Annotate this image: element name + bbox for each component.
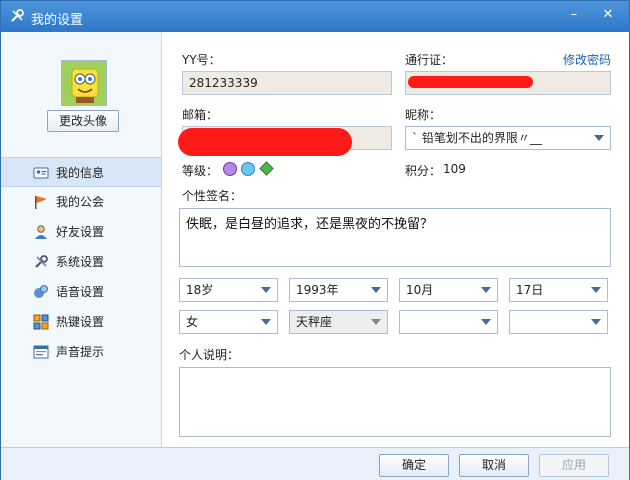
sidebar-item-label: 我的公会: [56, 195, 105, 209]
apply-button: 应用: [539, 454, 609, 477]
sidebar-item-system-settings[interactable]: 系统设置: [1, 247, 161, 277]
passport-redaction: [408, 76, 533, 88]
window-title: 我的设置: [31, 13, 84, 28]
sidebar-item-label: 语音设置: [56, 285, 105, 299]
description-input[interactable]: [179, 367, 611, 437]
sidebar-item-hotkey-settings[interactable]: 热键设置: [1, 307, 161, 337]
level-crown-icon: [223, 162, 237, 176]
nickname-label: 昵称：: [405, 108, 442, 122]
sidebar-item-voice-settings[interactable]: 语音设置: [1, 277, 161, 307]
chevron-down-icon[interactable]: [591, 319, 601, 325]
province-select[interactable]: [399, 310, 498, 334]
points-value: 109: [443, 162, 466, 176]
birth-month-value: 10月: [406, 283, 434, 297]
level-star-icon: [259, 161, 274, 176]
signature-label: 个性签名：: [182, 189, 243, 203]
email-redaction: [178, 128, 352, 156]
passport-label: 通行证：: [405, 53, 454, 67]
sound-icon: [33, 345, 49, 359]
sidebar-item-label: 热键设置: [56, 315, 105, 329]
chevron-down-icon[interactable]: [481, 319, 491, 325]
birth-day-value: 17日: [516, 283, 544, 297]
nickname-value: ˋ 铅笔划不出的界限〃__: [412, 131, 542, 145]
title-bar[interactable]: 我的设置 – ✕: [1, 1, 629, 32]
chevron-down-icon[interactable]: [591, 287, 601, 293]
sidebar-item-label: 系统设置: [56, 255, 105, 269]
sidebar-item-my-info[interactable]: 我的信息: [1, 157, 161, 187]
birth-month-select[interactable]: 10月: [399, 278, 498, 302]
nickname-field[interactable]: ˋ 铅笔划不出的界限〃__: [405, 126, 611, 150]
chevron-down-icon: [371, 319, 381, 325]
close-button[interactable]: ✕: [597, 5, 619, 25]
level-label: 等级：: [182, 164, 219, 178]
zodiac-select: 天秤座: [289, 310, 388, 334]
sidebar-nav: 我的信息 我的公会 好友设置 系统设置 语音设置 热键设置 声音提示: [1, 157, 161, 367]
sidebar-item-friend-settings[interactable]: 好友设置: [1, 217, 161, 247]
tools-icon: [11, 9, 24, 22]
keyboard-icon: [33, 314, 49, 330]
settings-window: 我的设置 – ✕ 更改头像 我的信息 我的公会 好友设置 系统设置 语音设置 热…: [0, 0, 630, 480]
sidebar-item-label: 声音提示: [56, 345, 105, 359]
cancel-button[interactable]: 取消: [459, 454, 529, 477]
level-diamond-icon: [241, 162, 255, 176]
description-label: 个人说明：: [179, 348, 240, 362]
sidebar-item-my-guild[interactable]: 我的公会: [1, 187, 161, 217]
yy-number-field: 281233339: [182, 71, 392, 95]
id-card-icon: [33, 167, 49, 179]
yy-number-label: YY号：: [182, 53, 221, 67]
birth-year-select[interactable]: 1993年: [289, 278, 388, 302]
chevron-down-icon[interactable]: [371, 287, 381, 293]
birth-day-select[interactable]: 17日: [509, 278, 608, 302]
birth-year-value: 1993年: [296, 283, 339, 297]
minimize-button[interactable]: –: [563, 5, 585, 25]
user-icon: [35, 225, 47, 239]
city-select[interactable]: [509, 310, 608, 334]
change-password-link[interactable]: 修改密码: [563, 51, 611, 68]
points-label: 积分：: [405, 164, 442, 178]
ok-button[interactable]: 确定: [379, 454, 449, 477]
sidebar-item-label: 我的信息: [56, 166, 105, 180]
chevron-down-icon[interactable]: [261, 287, 271, 293]
gender-value: 女: [186, 315, 199, 329]
change-avatar-button[interactable]: 更改头像: [47, 110, 119, 132]
flag-icon: [35, 196, 47, 209]
chevron-down-icon[interactable]: [481, 287, 491, 293]
sidebar: 更改头像 我的信息 我的公会 好友设置 系统设置 语音设置 热键设置 声音提示: [1, 32, 162, 447]
age-select[interactable]: 18岁: [179, 278, 278, 302]
chevron-down-icon[interactable]: [261, 319, 271, 325]
sidebar-item-label: 好友设置: [56, 225, 105, 239]
age-value: 18岁: [186, 283, 214, 297]
zodiac-value: 天秤座: [296, 315, 333, 329]
gender-select[interactable]: 女: [179, 310, 278, 334]
avatar-image: [62, 61, 106, 105]
sidebar-item-sound-alerts[interactable]: 声音提示: [1, 337, 161, 367]
voice-icon: [34, 285, 48, 298]
signature-input[interactable]: 佚眠，是白昼的追求，还是黑夜的不挽留？: [179, 208, 611, 267]
wrench-icon: [35, 255, 48, 268]
chevron-down-icon[interactable]: [594, 135, 604, 141]
dialog-footer: 确定 取消 应用: [1, 447, 629, 480]
passport-field: [405, 71, 611, 95]
info-panel: YY号： 281233339 通行证： 修改密码 邮箱： 昵称： ˋ 铅笔划不出…: [162, 32, 629, 447]
email-label: 邮箱：: [182, 108, 219, 122]
avatar[interactable]: [61, 60, 107, 106]
